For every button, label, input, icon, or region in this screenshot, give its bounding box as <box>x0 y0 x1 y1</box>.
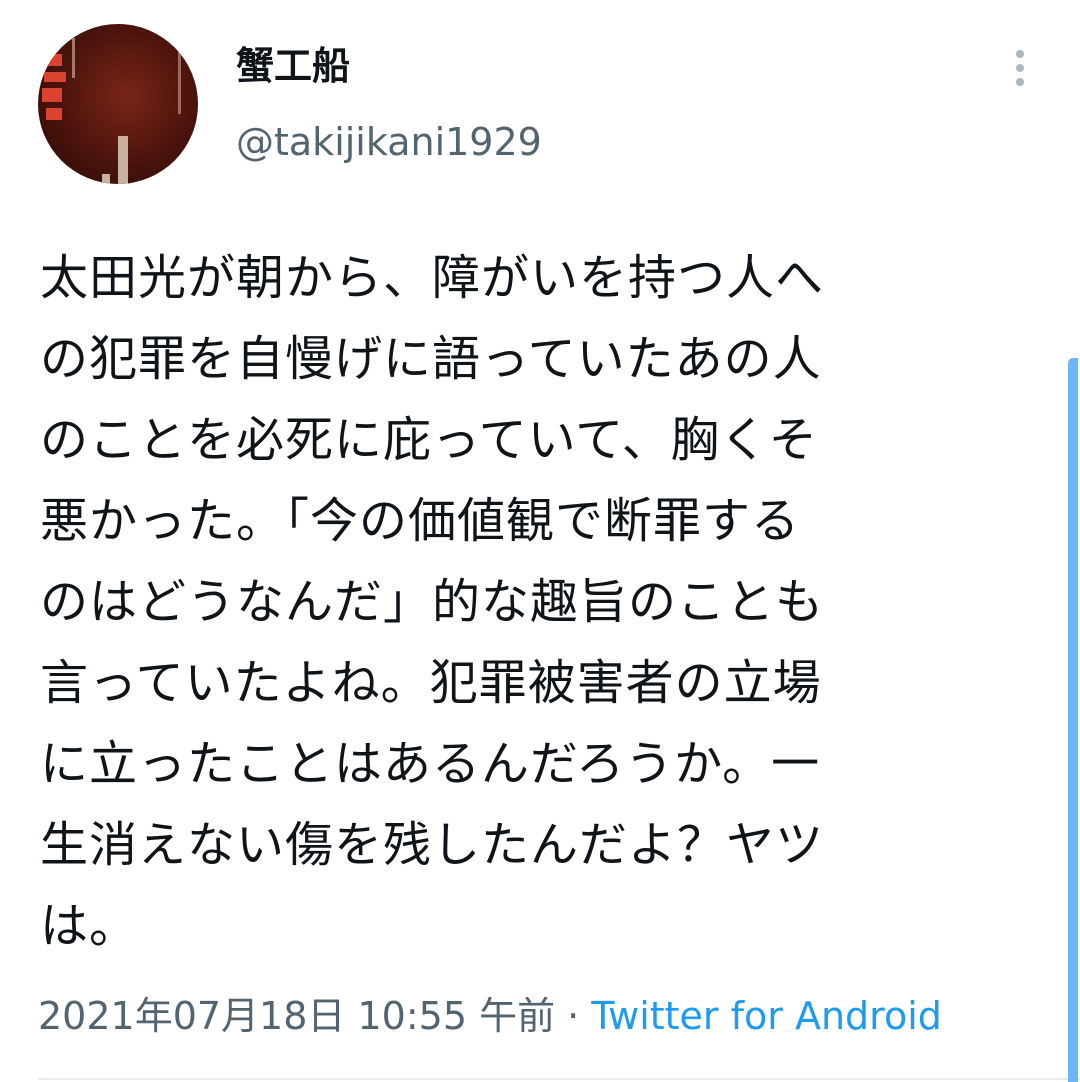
avatar[interactable] <box>38 24 198 184</box>
book-cover-avatar-icon <box>42 38 181 184</box>
more-options-button[interactable] <box>1000 44 1040 92</box>
scrollbar[interactable] <box>1068 358 1078 1082</box>
tweet-timestamp[interactable]: 2021年07月18日 10:55 午前 <box>38 994 555 1038</box>
divider <box>38 1078 1080 1080</box>
more-vertical-icon <box>1016 50 1024 58</box>
author-display-name[interactable]: 蟹工船 <box>236 42 350 90</box>
more-vertical-icon-dot <box>1016 78 1024 86</box>
meta-separator: · <box>567 994 580 1038</box>
tweet-text: 太田光が朝から、障がいを持つ人へ の犯罪を自慢げに語っていたあの人 のことを必死… <box>40 250 825 954</box>
tweet-meta: 2021年07月18日 10:55 午前 · Twitter for Android <box>38 990 942 1042</box>
tweet-source-link[interactable]: Twitter for Android <box>591 994 942 1038</box>
more-vertical-icon-dot <box>1016 64 1024 72</box>
author-handle[interactable]: @takijikani1929 <box>236 118 542 166</box>
